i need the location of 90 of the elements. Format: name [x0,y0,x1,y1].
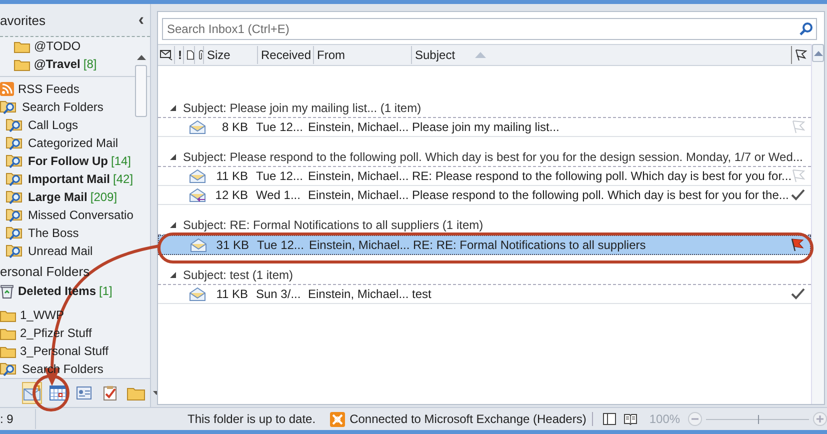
replied-envelope-icon [189,188,206,202]
checkmark-icon[interactable] [791,189,805,201]
date-text: Sun 3/... [255,287,302,301]
zoom-level: 100% [649,412,680,426]
column-header[interactable]: Subject [412,46,792,64]
folder-item[interactable]: Large Mail [209] [0,188,118,206]
size-text: 11 KB [215,169,248,183]
column-header[interactable]: ! [175,46,184,64]
folder-item[interactable]: The Boss [0,224,79,242]
subject-text: RE: Please respond to the following poll. Which day is best for you for... [411,169,791,183]
search-folder-icon [0,100,18,114]
group-header: Subject: RE: Formal Notifications to all suppliers (1 item) [183,218,484,232]
rss-icon [0,82,14,96]
connection-status: Connected to Microsoft Exchange (Headers) [350,412,594,426]
folder-item[interactable]: For Follow Up [14] [0,152,132,170]
subject-text: test [411,287,432,301]
size-text: 31 KB [215,238,249,252]
collapse-button[interactable]: ‹ [138,10,144,30]
folder-item[interactable]: Categorized Mail [0,134,118,152]
collapse-triangle-icon[interactable] [170,222,176,228]
search-folder-icon [6,208,24,222]
scroll-bar[interactable] [811,44,824,404]
search-folder-icon [6,226,24,240]
folder-item[interactable]: Search Folders [0,98,104,116]
subject-text: Please respond to the following poll. Which day is best for you for the... [411,188,790,202]
exchange-icon [330,412,345,426]
folder-item[interactable]: @Travel [8] [0,55,97,73]
search-folder-icon [0,362,18,376]
folder-item[interactable]: Missed Conversatio [0,206,134,224]
sync-status: This folder is up to date. [187,412,316,426]
search-folder-icon [6,118,24,132]
search-folder-icon [6,136,24,150]
collapse-triangle-icon[interactable] [170,272,176,278]
date-text: Wed 1... [255,188,302,202]
folder-item[interactable]: Unread Mail [0,242,93,260]
sender-text: Einstein, Michael... [307,169,410,183]
envelope-icon [189,169,206,183]
message-row[interactable]: 11 KB Tue 12... Einstein, Michael... RE: Please respond to the following poll. Which day is best for you for... [158,167,811,186]
annotation-circle [32,374,70,412]
collapse-triangle-icon[interactable] [170,104,176,110]
envelope-icon [189,287,206,301]
subject-text: Please join my mailing list... [411,120,560,134]
group-header: Subject: test (1 item) [183,268,294,282]
date-text: Tue 12... [255,120,304,134]
search-field[interactable]: Search Inbox1 (Ctrl+E) [162,18,817,40]
folder-item[interactable]: RSS Feeds [0,80,80,98]
envelope-icon [190,238,207,252]
search-folder-icon [6,244,24,258]
normal-view-icon[interactable] [603,413,616,425]
size-text: 11 KB [215,287,248,301]
date-text: Tue 12... [255,169,304,183]
search-folder-icon [6,190,24,204]
section-header: avorites ‹ [0,4,150,37]
message-row[interactable]: 12 KB Wed 1... Einstein, Michael... Please respond to the following poll. Which day is best for you for the... [158,186,811,205]
message-row[interactable]: 31 KB Tue 12... Einstein, Michael... RE: RE: Formal Notifications to all suppliers [158,235,811,255]
folder-icon [0,308,16,322]
envelope-icon [189,120,206,134]
checkmark-icon[interactable] [791,288,805,300]
document-icon[interactable] [184,46,195,64]
message-row[interactable]: 8 KB Tue 12... Einstein, Michael... Please join my mailing list... [158,118,811,137]
group-header: Subject: Please join my mailing list... (1 item) [183,100,422,114]
flag-icon[interactable] [790,238,804,252]
search-folder-icon [6,154,24,168]
size-text: 12 KB [214,188,248,202]
sender-text: Einstein, Michael... [308,238,411,252]
column-header[interactable]: Size [204,46,258,64]
sender-text: Einstein, Michael... [307,120,410,134]
folder-icon [0,326,16,340]
folder-item[interactable]: Call Logs [0,116,78,134]
collapse-triangle-icon[interactable] [170,154,176,160]
sender-text: Einstein, Michael... [307,188,410,202]
search-icon[interactable] [799,22,813,36]
subject-text: RE: RE: Formal Notifications to all suppliers [412,238,647,252]
size-text: 8 KB [220,120,248,134]
envelope-icon[interactable] [158,46,175,64]
column-header[interactable]: From [314,46,412,64]
message-row[interactable]: 11 KB Sun 3/... Einstein, Michael... test [158,285,811,304]
search-folder-icon [6,172,24,186]
folder-item[interactable]: @TODO [0,37,81,55]
folder-icon [14,58,30,70]
folder-item[interactable]: Important Mail [42] [0,170,134,188]
section-header: ersonal Folders [0,262,91,280]
item-count: : 9 [0,409,36,429]
column-header[interactable]: Received [258,46,314,64]
folder-icon [0,344,16,358]
group-header: Subject: Please respond to the following poll. Which day is best for you for the design session. Monday, 1/7 or Wed... [183,150,803,164]
sender-text: Einstein, Michael... [307,287,410,301]
date-text: Tue 12... [256,238,305,252]
reading-view-icon[interactable] [624,413,638,425]
folder-icon [14,40,30,52]
